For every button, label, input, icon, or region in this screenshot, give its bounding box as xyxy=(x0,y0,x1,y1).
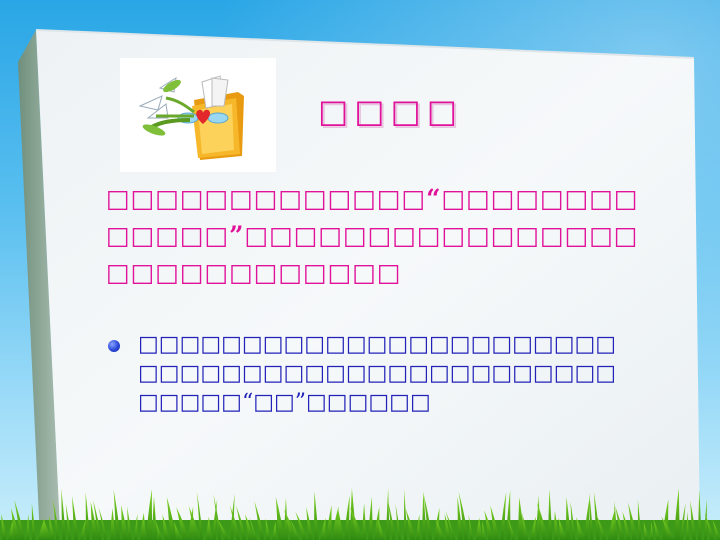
grass-blade xyxy=(566,496,572,540)
intro-close-quote: ” xyxy=(229,221,245,250)
grass-blade xyxy=(548,489,553,540)
slide-title: □□□□ xyxy=(318,92,463,130)
intro-text-part1: □□□□□□□□□□□□□ xyxy=(106,184,427,213)
grass-blade xyxy=(61,488,66,540)
bullet-close-quote: ” xyxy=(294,390,307,415)
folder-with-flowers-icon xyxy=(138,75,244,160)
grass-blade xyxy=(146,489,153,540)
bullet-open-quote: “ xyxy=(241,390,254,415)
grass-blade xyxy=(506,489,511,540)
grass-blade xyxy=(152,496,158,540)
grass-blade xyxy=(344,495,350,540)
intro-paragraph: □□□□□□□□□□□□□“□□□□□□□□□□□□□”□□□□□□□□□□□□… xyxy=(106,180,654,291)
intro-open-quote: “ xyxy=(426,184,442,213)
folder-flowers-clipart xyxy=(120,58,276,172)
slide: □□□□ □□□□□□□□□□□□□“□□□□□□□□□□□□□”□□□□□□□… xyxy=(0,0,720,540)
grass-blade xyxy=(674,488,681,540)
bullet-text: □□□□□□□□□□□□□□□□□□□□□□□□□□□□□□□□□□□□□□□□… xyxy=(138,330,620,417)
grass-blade xyxy=(368,496,374,540)
bullet-text-part2: □□ xyxy=(253,390,295,415)
grass-blade xyxy=(698,489,702,540)
grass-blade xyxy=(404,489,408,540)
grass-blade xyxy=(314,491,319,540)
bullet-text-part3: □□□□□□ xyxy=(306,390,431,415)
grass-blade xyxy=(85,491,90,540)
grass-blade xyxy=(386,488,390,540)
grass-decoration xyxy=(0,488,720,540)
grass-blade xyxy=(637,499,642,540)
bullet-dot-icon xyxy=(108,340,120,352)
